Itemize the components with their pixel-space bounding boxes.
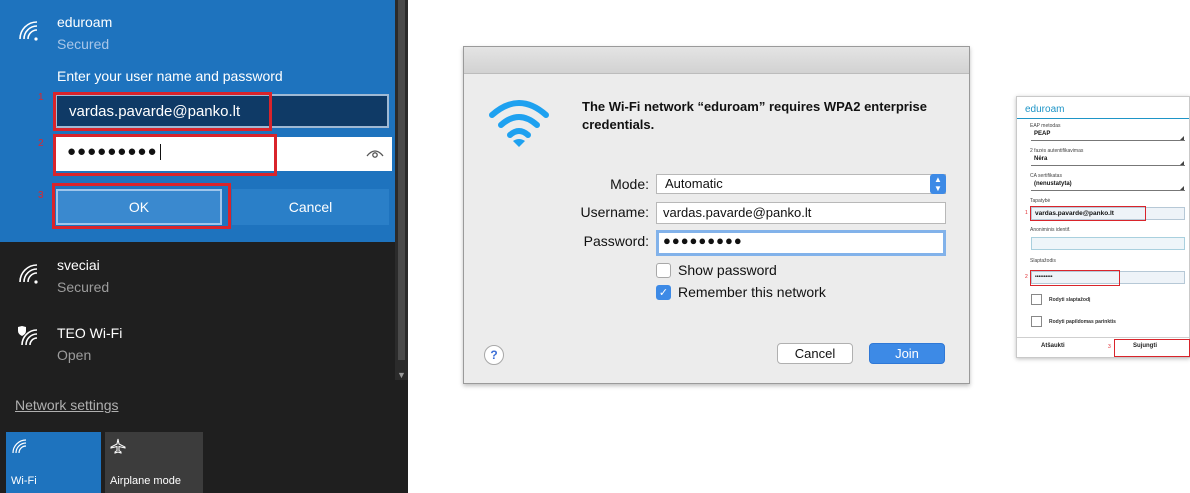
cancel-button[interactable]: Atšaukti xyxy=(1041,343,1065,349)
dropdown-arrow-icon xyxy=(1180,161,1184,165)
ok-highlight xyxy=(52,183,231,229)
scrollbar[interactable]: ▼ xyxy=(395,0,408,380)
network-name-teo-wifi[interactable]: TEO Wi-Fi xyxy=(57,325,122,341)
password-label: Password: xyxy=(583,233,649,249)
network-name-eduroam: eduroam xyxy=(57,14,113,30)
select-stepper-icon[interactable]: ▲ ▼ xyxy=(930,174,946,194)
remember-network-checkbox[interactable]: ✓ xyxy=(656,285,671,300)
button-divider xyxy=(1017,337,1189,338)
phase2-select[interactable]: Nėra xyxy=(1031,155,1185,166)
wifi-open-shield-icon xyxy=(17,325,39,347)
step-number-3: 3 xyxy=(1108,344,1111,350)
password-input[interactable]: ●●●●●●●●● xyxy=(656,230,946,256)
step-number-3: 3 xyxy=(38,190,44,201)
cancel-button[interactable]: Cancel xyxy=(232,189,389,225)
step-number-2: 2 xyxy=(1025,274,1028,280)
show-password-checkbox[interactable] xyxy=(656,263,671,278)
password-highlight xyxy=(53,134,277,176)
mode-select[interactable]: Automatic ▲ ▼ xyxy=(656,174,946,194)
step-number-1: 1 xyxy=(38,92,44,103)
phase2-value: Nėra xyxy=(1034,156,1048,162)
join-button[interactable]: Join xyxy=(869,343,945,364)
wifi-tile-label: Wi-Fi xyxy=(11,475,37,487)
eap-method-select[interactable]: PEAP xyxy=(1031,130,1185,141)
wifi-secured-icon xyxy=(17,262,39,284)
mode-label: Mode: xyxy=(610,176,649,192)
username-input[interactable]: vardas.pavarde@panko.lt xyxy=(656,202,946,224)
macos-wifi-credentials-dialog: The Wi-Fi network “eduroam” requires WPA… xyxy=(463,46,970,384)
network-settings-link[interactable]: Network settings xyxy=(15,397,118,413)
connect-highlight xyxy=(1114,339,1190,357)
step-number-2: 2 xyxy=(38,138,44,149)
scroll-down-icon[interactable]: ▼ xyxy=(397,370,406,380)
advanced-options-checkbox[interactable] xyxy=(1031,316,1042,327)
advanced-options-label[interactable]: Rodyti papildomas parinktis xyxy=(1049,319,1116,325)
password-dots: ●●●●●●●●● xyxy=(663,233,743,248)
dialog-titlebar[interactable] xyxy=(464,47,969,74)
reveal-password-icon[interactable] xyxy=(366,145,384,159)
username-label: Username: xyxy=(580,204,649,220)
help-button[interactable]: ? xyxy=(484,345,504,365)
eap-method-label: EAP metodas xyxy=(1030,123,1061,129)
ca-certificate-label: CA sertifikatas xyxy=(1030,173,1062,179)
wifi-icon xyxy=(11,438,27,454)
scrollbar-thumb[interactable] xyxy=(398,0,405,360)
android-eduroam-dialog: eduroam EAP metodas PEAP 2 fazės autenti… xyxy=(1016,96,1190,358)
airplane-icon xyxy=(110,438,126,454)
password-highlight xyxy=(1030,270,1120,286)
network-status-eduroam: Secured xyxy=(57,36,110,52)
ca-certificate-value: (nenustatyta) xyxy=(1034,181,1072,187)
anonymous-identity-label: Anoniminis identif. xyxy=(1030,227,1071,233)
show-password-label[interactable]: Show password xyxy=(678,262,777,278)
dropdown-arrow-icon xyxy=(1180,136,1184,140)
wifi-secured-icon xyxy=(17,19,39,41)
airplane-tile-label: Airplane mode xyxy=(110,475,181,487)
show-password-label[interactable]: Rodyti slaptažodį xyxy=(1049,297,1090,303)
airplane-mode-tile[interactable]: Airplane mode xyxy=(105,432,203,493)
wifi-toggle-tile[interactable]: Wi-Fi xyxy=(6,432,101,493)
mode-value: Automatic xyxy=(665,176,723,191)
remember-network-label[interactable]: Remember this network xyxy=(678,284,826,300)
network-status-sveciai: Secured xyxy=(57,279,110,295)
eap-method-value: PEAP xyxy=(1034,131,1051,137)
phase2-label: 2 fazės autentifikavimas xyxy=(1030,148,1084,154)
dialog-title: eduroam xyxy=(1025,104,1065,115)
show-password-checkbox[interactable] xyxy=(1031,294,1042,305)
dialog-heading: The Wi-Fi network “eduroam” requires WPA… xyxy=(582,99,927,132)
title-divider xyxy=(1017,118,1189,119)
step-number-1: 1 xyxy=(1025,210,1028,216)
anonymous-identity-input[interactable] xyxy=(1031,237,1185,250)
credentials-prompt: Enter your user name and password xyxy=(57,68,283,84)
network-name-sveciai[interactable]: sveciai xyxy=(57,257,100,273)
username-highlight xyxy=(53,92,272,131)
dropdown-arrow-icon xyxy=(1180,186,1184,190)
network-status-teo-wifi: Open xyxy=(57,347,92,363)
password-label: Slaptažodis xyxy=(1030,258,1056,264)
wifi-icon xyxy=(488,97,550,149)
identity-highlight xyxy=(1030,206,1146,221)
cancel-button[interactable]: Cancel xyxy=(777,343,853,364)
identity-label: Tapatybė xyxy=(1030,198,1051,204)
ca-certificate-select[interactable]: (nenustatyta) xyxy=(1031,180,1185,191)
windows-network-flyout: ▼ eduroam Secured Enter your user name a… xyxy=(0,0,408,493)
